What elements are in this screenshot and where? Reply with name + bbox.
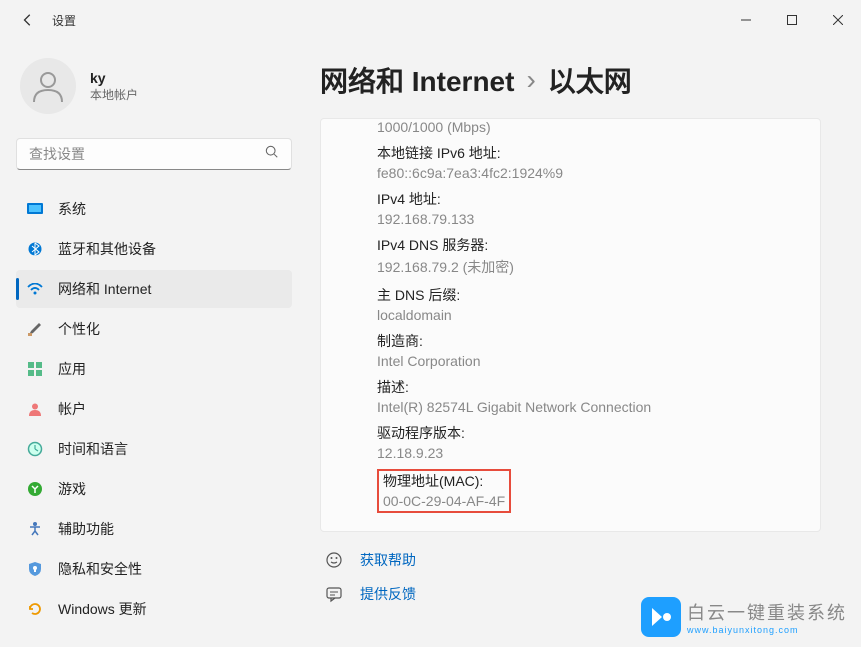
search-icon — [265, 145, 279, 164]
search-box[interactable] — [16, 138, 292, 170]
nav-network[interactable]: 网络和 Internet — [16, 270, 292, 308]
manufacturer-value: Intel Corporation — [377, 353, 792, 369]
nav-update[interactable]: Windows 更新 — [16, 590, 292, 628]
ipv4-dns-label: IPv4 DNS 服务器: — [377, 235, 792, 255]
ipv6-local-label: 本地链接 IPv6 地址: — [377, 143, 792, 163]
nav-label: 帐户 — [58, 399, 86, 419]
wifi-icon — [26, 280, 44, 298]
nav-system[interactable]: 系统 — [16, 190, 292, 228]
manufacturer-label: 制造商: — [377, 331, 792, 351]
nav-personalization[interactable]: 个性化 — [16, 310, 292, 348]
gaming-icon — [26, 480, 44, 498]
ipv4-dns-value: 192.168.79.2 (未加密) — [377, 257, 792, 277]
nav-label: 网络和 Internet — [58, 279, 151, 299]
brush-icon — [26, 320, 44, 338]
driver-label: 驱动程序版本: — [377, 423, 792, 443]
minimize-button[interactable] — [723, 4, 769, 36]
breadcrumb-parent[interactable]: 网络和 Internet — [320, 60, 514, 100]
nav-label: Windows 更新 — [58, 599, 147, 619]
nav-label: 辅助功能 — [58, 519, 114, 539]
titlebar: 设置 — [0, 0, 861, 40]
nav-label: 个性化 — [58, 319, 100, 339]
nav-label: 时间和语言 — [58, 439, 128, 459]
help-links: 获取帮助 提供反馈 — [320, 550, 821, 604]
accounts-icon — [26, 400, 44, 418]
nav-list: 系统 蓝牙和其他设备 网络和 Internet 个性化 应用 帐户 — [16, 190, 292, 628]
nav-label: 游戏 — [58, 479, 86, 499]
feedback-link-text: 提供反馈 — [360, 584, 416, 604]
nav-privacy[interactable]: 隐私和安全性 — [16, 550, 292, 588]
nav-bluetooth[interactable]: 蓝牙和其他设备 — [16, 230, 292, 268]
accessibility-icon — [26, 520, 44, 538]
app-title: 设置 — [52, 12, 76, 29]
maximize-button[interactable] — [769, 4, 815, 36]
nav-label: 应用 — [58, 359, 86, 379]
back-button[interactable] — [20, 12, 36, 28]
description-label: 描述: — [377, 377, 792, 397]
watermark: 白云一键重装系统 www.baiyunxitong.com — [641, 597, 847, 637]
watermark-title: 白云一键重装系统 — [687, 599, 847, 625]
nav-label: 系统 — [58, 199, 86, 219]
ipv4-label: IPv4 地址: — [377, 189, 792, 209]
search-input[interactable] — [29, 146, 265, 162]
mac-highlight: 物理地址(MAC): 00-0C-29-04-AF-4F — [377, 469, 511, 513]
nav-apps[interactable]: 应用 — [16, 350, 292, 388]
shield-icon — [26, 560, 44, 578]
window-controls — [723, 4, 861, 36]
feedback-icon — [324, 584, 344, 604]
dns-suffix-label: 主 DNS 后缀: — [377, 285, 792, 305]
bluetooth-icon — [26, 240, 44, 258]
update-icon — [26, 600, 44, 618]
sidebar: ky 本地帐户 系统 蓝牙和其他设备 网络和 Internet — [0, 40, 308, 647]
description-value: Intel(R) 82574L Gigabit Network Connecti… — [377, 399, 792, 415]
breadcrumb-current: 以太网 — [548, 60, 632, 100]
clock-icon — [26, 440, 44, 458]
help-link-text: 获取帮助 — [360, 550, 416, 570]
breadcrumb: 网络和 Internet › 以太网 — [320, 60, 821, 100]
dns-suffix-value: localdomain — [377, 307, 792, 323]
close-button[interactable] — [815, 4, 861, 36]
watermark-url: www.baiyunxitong.com — [687, 625, 847, 635]
user-name: ky — [90, 70, 138, 86]
nav-accounts[interactable]: 帐户 — [16, 390, 292, 428]
system-icon — [26, 200, 44, 218]
help-icon — [324, 550, 344, 570]
avatar — [20, 58, 76, 114]
apps-icon — [26, 360, 44, 378]
network-details-card: 1000/1000 (Mbps) 本地链接 IPv6 地址:fe80::6c9a… — [320, 118, 821, 532]
speed-value: 1000/1000 (Mbps) — [377, 119, 792, 139]
ipv6-local-value: fe80::6c9a:7ea3:4fc2:1924%9 — [377, 165, 792, 181]
ipv4-value: 192.168.79.133 — [377, 211, 792, 227]
mac-label: 物理地址(MAC): — [383, 471, 505, 491]
nav-gaming[interactable]: 游戏 — [16, 470, 292, 508]
user-type: 本地帐户 — [90, 86, 138, 103]
content-area: 网络和 Internet › 以太网 1000/1000 (Mbps) 本地链接… — [308, 40, 861, 647]
nav-label: 隐私和安全性 — [58, 559, 142, 579]
user-section[interactable]: ky 本地帐户 — [16, 50, 292, 130]
nav-time[interactable]: 时间和语言 — [16, 430, 292, 468]
chevron-right-icon: › — [526, 64, 535, 96]
get-help-link[interactable]: 获取帮助 — [324, 550, 821, 570]
watermark-icon — [641, 597, 681, 637]
mac-value: 00-0C-29-04-AF-4F — [383, 493, 505, 509]
nav-label: 蓝牙和其他设备 — [58, 239, 156, 259]
nav-accessibility[interactable]: 辅助功能 — [16, 510, 292, 548]
driver-value: 12.18.9.23 — [377, 445, 792, 461]
